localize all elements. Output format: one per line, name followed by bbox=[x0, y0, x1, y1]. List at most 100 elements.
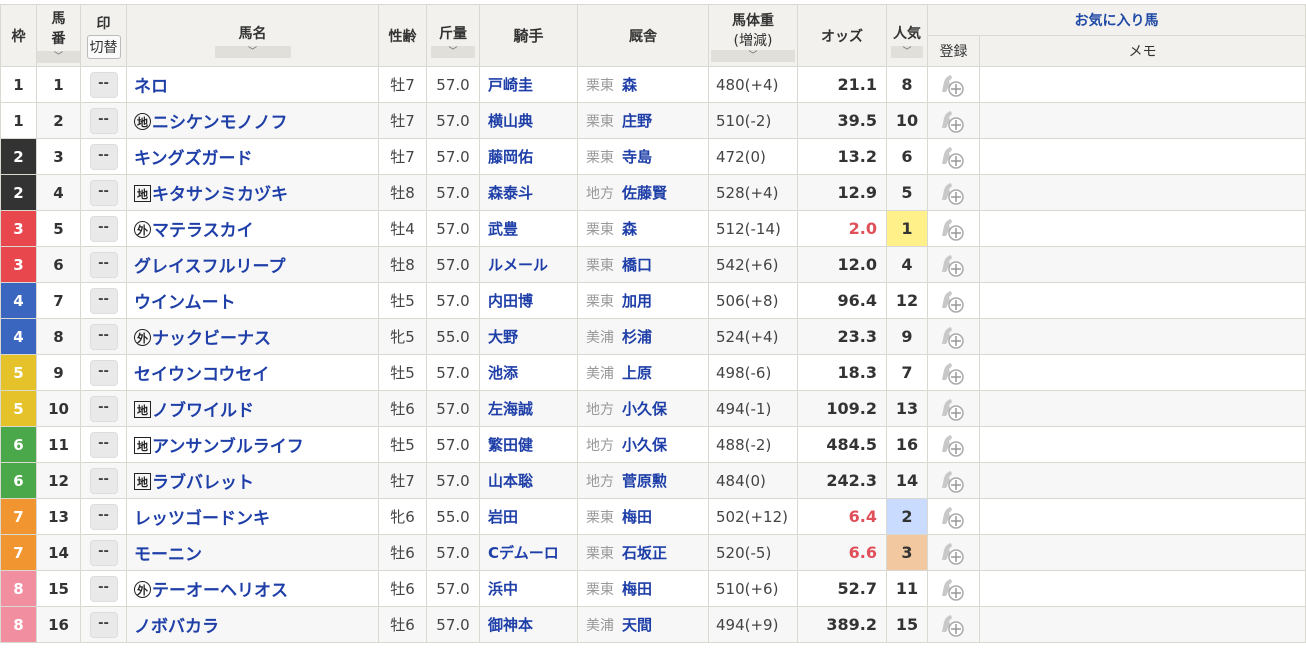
sort-chevron-icon[interactable]: ﹀ bbox=[891, 46, 923, 58]
favorite-register-button[interactable] bbox=[927, 246, 980, 283]
mark-button[interactable]: -- bbox=[89, 503, 118, 530]
trainer-link[interactable]: 天間 bbox=[622, 616, 652, 634]
trainer-link[interactable]: 梅田 bbox=[622, 580, 652, 598]
memo-cell[interactable] bbox=[979, 570, 1306, 607]
favorite-register-button[interactable] bbox=[927, 210, 980, 247]
jockey-link[interactable]: 山本聡 bbox=[479, 462, 578, 499]
mark-button[interactable]: -- bbox=[89, 431, 118, 458]
jockey-link[interactable]: 左海誠 bbox=[479, 390, 578, 427]
trainer-link[interactable]: 庄野 bbox=[622, 112, 652, 130]
favorite-register-button[interactable] bbox=[927, 318, 980, 355]
header-name[interactable]: 馬名 ﹀ bbox=[126, 4, 379, 67]
memo-cell[interactable] bbox=[979, 462, 1306, 499]
jockey-link[interactable]: 大野 bbox=[479, 318, 578, 355]
horse-name-link[interactable]: ネロ bbox=[134, 77, 168, 97]
jockey-link[interactable]: 池添 bbox=[479, 354, 578, 391]
jockey-link[interactable]: 繁田健 bbox=[479, 426, 578, 463]
horse-name-link[interactable]: レッツゴードンキ bbox=[134, 509, 270, 529]
memo-cell[interactable] bbox=[979, 606, 1306, 643]
horse-name-link[interactable]: アンサンブルライフ bbox=[152, 437, 304, 457]
jockey-link[interactable]: 藤岡佑 bbox=[479, 138, 578, 175]
jockey-link[interactable]: 浜中 bbox=[479, 570, 578, 607]
horse-name-link[interactable]: キングズガード bbox=[134, 149, 253, 169]
header-umaban[interactable]: 馬番 ﹀ bbox=[36, 4, 81, 67]
trainer-link[interactable]: 小久保 bbox=[622, 400, 667, 418]
trainer-link[interactable]: 杉浦 bbox=[622, 328, 652, 346]
trainer-link[interactable]: 梅田 bbox=[622, 508, 652, 526]
trainer-link[interactable]: 森 bbox=[622, 220, 637, 238]
horse-name-link[interactable]: ラブバレット bbox=[152, 473, 254, 493]
favorite-register-button[interactable] bbox=[927, 534, 980, 571]
jockey-link[interactable]: 森泰斗 bbox=[479, 174, 578, 211]
mark-button[interactable]: -- bbox=[89, 71, 118, 98]
mark-button[interactable]: -- bbox=[89, 323, 118, 350]
favorite-register-button[interactable] bbox=[927, 570, 980, 607]
memo-cell[interactable] bbox=[979, 66, 1306, 103]
memo-cell[interactable] bbox=[979, 174, 1306, 211]
sort-chevron-icon[interactable]: ﹀ bbox=[431, 46, 475, 58]
header-body-weight[interactable]: 馬体重 (増減) ﹀ bbox=[708, 4, 798, 67]
jockey-link[interactable]: 横山典 bbox=[479, 102, 578, 139]
favorite-register-button[interactable] bbox=[927, 390, 980, 427]
header-popular[interactable]: 人気 ﹀ bbox=[886, 4, 928, 67]
trainer-link[interactable]: 加用 bbox=[622, 292, 652, 310]
memo-cell[interactable] bbox=[979, 246, 1306, 283]
jockey-link[interactable]: 内田博 bbox=[479, 282, 578, 319]
favorite-register-button[interactable] bbox=[927, 606, 980, 643]
favorite-register-button[interactable] bbox=[927, 498, 980, 535]
horse-name-link[interactable]: キタサンミカヅキ bbox=[152, 185, 288, 205]
horse-name-link[interactable]: ナックビーナス bbox=[152, 329, 271, 349]
memo-cell[interactable] bbox=[979, 354, 1306, 391]
memo-cell[interactable] bbox=[979, 282, 1306, 319]
horse-name-link[interactable]: グレイスフルリープ bbox=[134, 257, 285, 277]
trainer-link[interactable]: 橋口 bbox=[622, 256, 652, 274]
horse-name-link[interactable]: ノボバカラ bbox=[134, 617, 219, 637]
jockey-link[interactable]: 御神本 bbox=[479, 606, 578, 643]
memo-cell[interactable] bbox=[979, 138, 1306, 175]
trainer-link[interactable]: 石坂正 bbox=[622, 544, 667, 562]
mark-button[interactable]: -- bbox=[89, 215, 118, 242]
mark-button[interactable]: -- bbox=[89, 359, 118, 386]
favorite-register-button[interactable] bbox=[927, 138, 980, 175]
favorite-register-button[interactable] bbox=[927, 426, 980, 463]
mark-toggle-button[interactable]: 切替 bbox=[86, 34, 121, 59]
trainer-link[interactable]: 寺島 bbox=[622, 148, 652, 166]
trainer-link[interactable]: 菅原勲 bbox=[622, 472, 667, 490]
horse-name-link[interactable]: ウインムート bbox=[134, 293, 236, 313]
horse-name-link[interactable]: ニシケンモノノフ bbox=[152, 113, 288, 133]
memo-cell[interactable] bbox=[979, 102, 1306, 139]
favorite-register-button[interactable] bbox=[927, 174, 980, 211]
mark-button[interactable]: -- bbox=[89, 575, 118, 602]
favorite-register-button[interactable] bbox=[927, 66, 980, 103]
header-weight[interactable]: 斤量 ﹀ bbox=[426, 4, 480, 67]
horse-name-link[interactable]: セイウンコウセイ bbox=[134, 365, 269, 385]
mark-button[interactable]: -- bbox=[89, 251, 118, 278]
jockey-link[interactable]: ルメール bbox=[479, 246, 578, 283]
memo-cell[interactable] bbox=[979, 534, 1306, 571]
horse-name-link[interactable]: モーニン bbox=[134, 545, 202, 565]
favorite-register-button[interactable] bbox=[927, 102, 980, 139]
trainer-link[interactable]: 森 bbox=[622, 76, 637, 94]
mark-button[interactable]: -- bbox=[89, 539, 118, 566]
memo-cell[interactable] bbox=[979, 498, 1306, 535]
favorite-register-button[interactable] bbox=[927, 282, 980, 319]
trainer-link[interactable]: 佐藤賢 bbox=[622, 184, 667, 202]
favorite-register-button[interactable] bbox=[927, 354, 980, 391]
memo-cell[interactable] bbox=[979, 426, 1306, 463]
mark-button[interactable]: -- bbox=[89, 179, 118, 206]
mark-button[interactable]: -- bbox=[89, 143, 118, 170]
mark-button[interactable]: -- bbox=[89, 395, 118, 422]
mark-button[interactable]: -- bbox=[89, 467, 118, 494]
mark-button[interactable]: -- bbox=[89, 611, 118, 638]
jockey-link[interactable]: Cデムーロ bbox=[479, 534, 578, 571]
sort-chevron-icon[interactable]: ﹀ bbox=[37, 51, 80, 63]
horse-name-link[interactable]: ノブワイルド bbox=[152, 401, 254, 421]
jockey-link[interactable]: 戸崎圭 bbox=[479, 66, 578, 103]
horse-name-link[interactable]: テーオーヘリオス bbox=[152, 581, 288, 601]
trainer-link[interactable]: 上原 bbox=[622, 364, 652, 382]
horse-name-link[interactable]: マテラスカイ bbox=[152, 221, 254, 241]
memo-cell[interactable] bbox=[979, 318, 1306, 355]
favorite-register-button[interactable] bbox=[927, 462, 980, 499]
mark-button[interactable]: -- bbox=[89, 107, 118, 134]
memo-cell[interactable] bbox=[979, 390, 1306, 427]
